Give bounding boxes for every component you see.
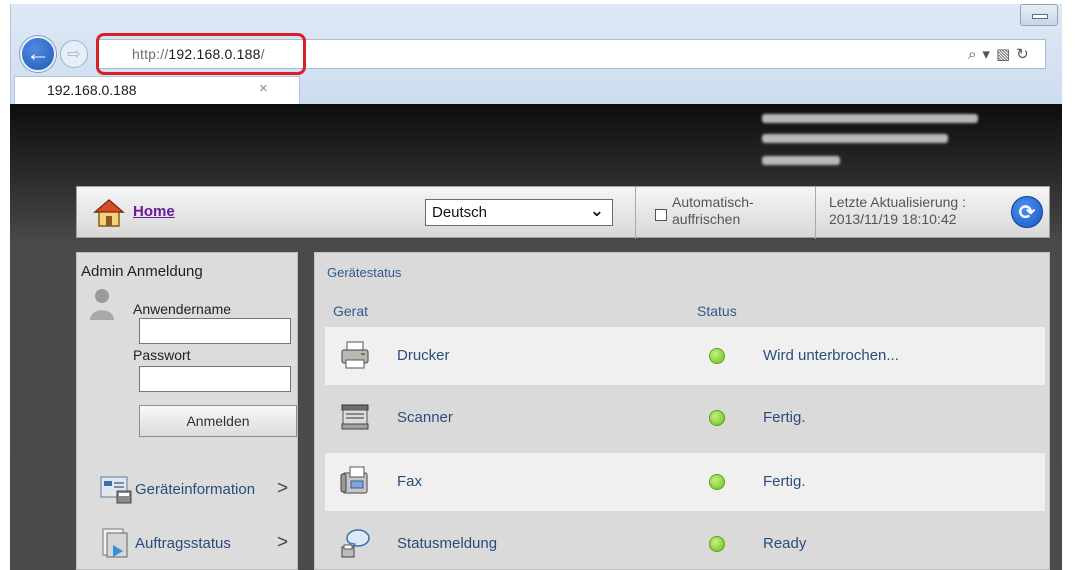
toolbar-divider — [635, 187, 636, 239]
last-update-timestamp: 2013/11/19 18:10:42 — [829, 211, 957, 227]
device-status-title: Gerätestatus — [327, 265, 402, 280]
device-status-text: Fertig. — [763, 409, 806, 426]
address-bar-icons: ⌕ ▾ ▧ ↻ — [968, 45, 1035, 63]
status-indicator-icon — [709, 536, 725, 552]
home-link[interactable]: Home — [133, 203, 175, 220]
device-status-text: Fertig. — [763, 473, 806, 490]
device-name: Fax — [397, 473, 423, 490]
top-toolbar: Home Deutsch ⌄ Automatisch- auffrischen … — [76, 186, 1050, 239]
status-indicator-icon — [709, 410, 725, 426]
minimize-button[interactable] — [1020, 4, 1058, 26]
auto-refresh-label-line2: auffrischen — [672, 211, 741, 227]
status-row-fax[interactable]: Fax Fertig. — [325, 453, 1045, 511]
back-arrow-icon: ← — [26, 40, 50, 67]
blurred-header-text — [762, 134, 948, 143]
admin-login-panel: Admin Anmeldung Anwendername Passwort An… — [76, 252, 298, 570]
last-update-label: Letzte Aktualisierung : — [829, 194, 966, 210]
login-title: Admin Anmeldung — [81, 263, 203, 280]
dropdown-icon[interactable]: ▾ — [982, 46, 990, 63]
user-avatar-icon — [90, 289, 114, 320]
address-url[interactable]: http://192.168.0.188/ — [132, 46, 265, 62]
refresh-icon: ⟳ — [1018, 201, 1036, 224]
language-select[interactable]: Deutsch ⌄ — [425, 199, 613, 226]
nav-item-job-status[interactable]: Auftragsstatus > — [77, 523, 299, 563]
blurred-header-text — [762, 156, 840, 165]
forward-arrow-icon: ⇨ — [67, 46, 81, 63]
forward-button[interactable]: ⇨ — [60, 40, 88, 68]
language-selected-value: Deutsch — [432, 204, 488, 221]
url-scheme: http:// — [132, 46, 169, 62]
status-message-icon — [341, 529, 370, 558]
chevron-down-icon: ⌄ — [589, 201, 604, 220]
device-info-icon — [100, 476, 132, 504]
status-indicator-icon — [709, 474, 725, 490]
auto-refresh-label: Automatisch- auffrischen — [672, 194, 754, 228]
job-status-icon — [102, 528, 128, 558]
nav-label-job-status: Auftragsstatus — [135, 535, 231, 552]
password-input[interactable] — [139, 366, 291, 392]
device-status-panel: Gerätestatus Gerat Status Drucker Wird u… — [314, 252, 1050, 570]
browser-tab[interactable]: 192.168.0.188 × — [14, 76, 300, 104]
url-host: 192.168.0.188 — [168, 46, 261, 62]
last-update-text: Letzte Aktualisierung : 2013/11/19 18:10… — [829, 194, 966, 228]
chevron-right-icon: > — [277, 532, 289, 553]
search-icon[interactable]: ⌕ — [968, 46, 976, 63]
column-header-device: Gerat — [333, 303, 369, 319]
status-indicator-icon — [709, 348, 725, 364]
chevron-right-icon: > — [277, 478, 289, 499]
printer-icon — [341, 341, 369, 369]
toolbar-divider — [815, 187, 816, 239]
compatibility-icon[interactable]: ▧ — [996, 46, 1010, 63]
status-row-printer[interactable]: Drucker Wird unterbrochen... — [325, 327, 1045, 385]
web-page: Home Deutsch ⌄ Automatisch- auffrischen … — [10, 104, 1062, 570]
device-status-text: Ready — [763, 535, 807, 552]
refresh-button[interactable]: ⟳ — [1011, 196, 1043, 228]
url-path: / — [260, 46, 265, 62]
tab-close-icon[interactable]: × — [259, 80, 268, 97]
browser-chrome: ← ⇨ http://192.168.0.188/ ⌕ ▾ ▧ ↻ 192.168.0… — [0, 0, 1076, 104]
auto-refresh-checkbox[interactable] — [655, 209, 667, 221]
back-button[interactable]: ← — [20, 36, 56, 72]
device-name: Statusmeldung — [397, 535, 498, 552]
login-button[interactable]: Anmelden — [139, 405, 297, 437]
device-name: Drucker — [397, 347, 450, 364]
tab-title: 192.168.0.188 — [47, 82, 137, 98]
nav-label-device-info: Geräteinformation — [135, 481, 256, 498]
blurred-header-text — [762, 114, 978, 123]
fax-icon — [340, 466, 368, 494]
username-label: Anwendername — [133, 301, 232, 317]
home-icon[interactable] — [93, 197, 125, 229]
auto-refresh-label-line1: Automatisch- — [672, 194, 754, 210]
nav-item-device-info[interactable]: Geräteinformation > — [77, 469, 299, 509]
reload-icon[interactable]: ↻ — [1016, 46, 1029, 63]
username-input[interactable] — [139, 318, 291, 344]
scanner-icon — [341, 404, 369, 430]
status-row-status-message[interactable]: Statusmeldung Ready — [325, 515, 1045, 570]
device-name: Scanner — [397, 409, 453, 426]
status-row-scanner[interactable]: Scanner Fertig. — [325, 389, 1045, 447]
password-label: Passwort — [133, 347, 191, 363]
device-status-text: Wird unterbrochen... — [763, 347, 899, 364]
column-header-status: Status — [697, 303, 737, 319]
